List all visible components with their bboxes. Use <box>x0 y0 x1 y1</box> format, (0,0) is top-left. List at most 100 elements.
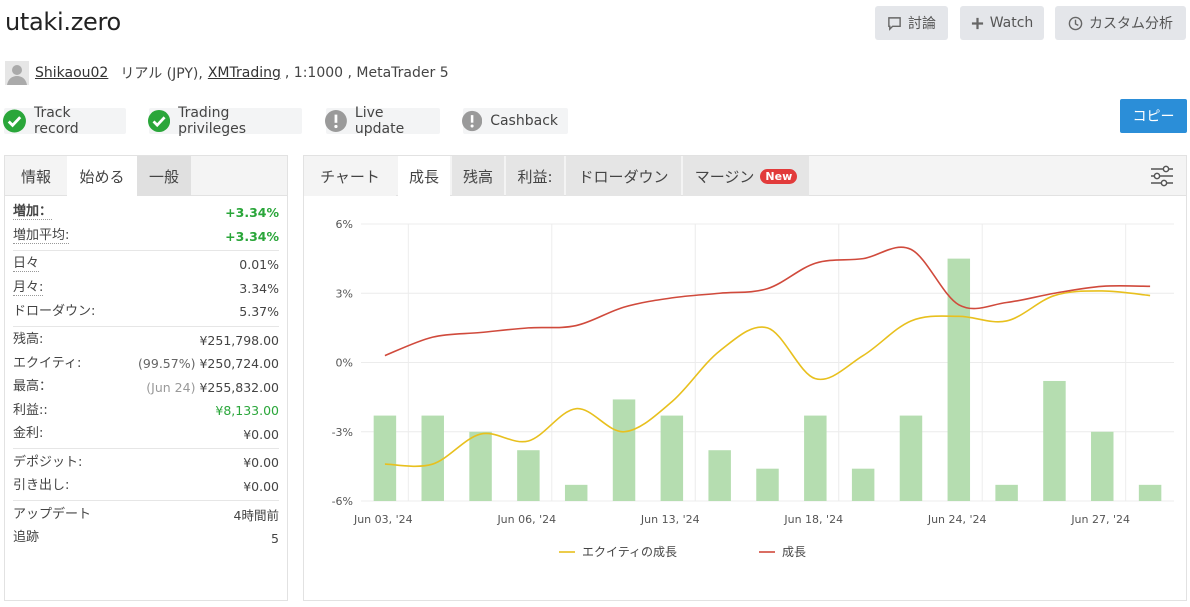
stat-monthly: 月々: 3.34% <box>13 277 279 301</box>
watch-label: Watch <box>989 15 1034 31</box>
stat-value: +3.34% <box>225 228 279 244</box>
stat-value: 5.37% <box>239 304 279 320</box>
stat-equity-pct: (99.57%) <box>138 356 196 372</box>
account-type: リアル (JPY), <box>120 66 203 82</box>
stat-profit: 利益:: ¥8,133.00 <box>13 399 279 423</box>
broker-link[interactable]: XMTrading <box>208 65 281 81</box>
chart-tabs: チャート 成長 残高 利益: ドローダウン マージン New <box>304 156 1186 196</box>
y-tick-label: 0% <box>336 357 353 370</box>
badge-label: Track record <box>33 105 79 137</box>
stat-withdrawals: 引き出し: ¥0.00 <box>13 475 279 499</box>
stat-label: エクイティ: <box>13 355 82 371</box>
tab-growth[interactable]: 成長 <box>398 156 450 196</box>
badge-label: Live update <box>354 105 405 137</box>
bar <box>1138 484 1162 501</box>
tab-info[interactable]: 情報 <box>5 156 67 196</box>
stat-gain: 増加： +3.34% <box>13 201 279 225</box>
bar <box>612 399 636 501</box>
divider <box>13 500 279 501</box>
stat-deposits: デポジット: ¥0.00 <box>13 451 279 475</box>
stat-label: 増加平均: <box>13 227 70 244</box>
stat-value: 0.01% <box>239 257 279 273</box>
plus-icon <box>971 17 983 29</box>
stat-label: デポジット: <box>13 454 83 470</box>
stat-value: ¥255,832.00 <box>199 379 279 395</box>
x-tick-label: Jun 06, '24 <box>496 513 556 526</box>
stat-value: ¥0.00 <box>243 455 279 471</box>
exclamation-circle-icon <box>325 110 347 132</box>
bar <box>756 468 779 501</box>
x-tick-label: Jun 13, '24 <box>640 513 700 526</box>
page-title: utaki.zero <box>5 8 121 36</box>
bar <box>660 415 684 501</box>
x-tick-label: Jun 18, '24 <box>783 513 843 526</box>
copy-button[interactable]: コピー <box>1120 99 1187 133</box>
y-tick-label: -6% <box>332 495 353 508</box>
stat-label: 残高: <box>13 332 44 348</box>
stats-list: 増加： +3.34% 増加平均: +3.34% 日々 0.01% 月々: 3.34% ド… <box>5 196 287 550</box>
growth-line <box>384 246 1151 357</box>
tab-general[interactable]: 一般 <box>137 156 191 196</box>
tab-start[interactable]: 始める <box>67 156 137 196</box>
y-tick-label: 3% <box>336 287 353 300</box>
y-tick-label: 6% <box>336 218 353 231</box>
bar <box>564 484 588 501</box>
stat-avg-gain: 増加平均: +3.34% <box>13 225 279 249</box>
stats-tabs: 情報 始める 一般 <box>5 156 287 196</box>
avatar-icon <box>5 61 29 85</box>
exclamation-circle-icon <box>462 110 483 132</box>
tab-profit[interactable]: 利益: <box>506 156 564 196</box>
badge-cashback: Cashback <box>462 108 568 134</box>
stat-daily: 日々 0.01% <box>13 253 279 277</box>
stat-updated: アップデート 4時間前 <box>13 503 279 527</box>
tab-chart[interactable]: チャート <box>304 156 396 196</box>
stat-label: 追跡 <box>13 530 40 546</box>
stat-label: 増加： <box>13 204 53 221</box>
bar <box>421 415 444 501</box>
y-tick-label: -3% <box>332 426 353 439</box>
bar <box>373 415 397 501</box>
owner-link[interactable]: Shikaou02 <box>35 65 108 81</box>
stat-value: +3.34% <box>225 205 279 221</box>
stats-panel: 情報 始める 一般 増加： +3.34% 増加平均: +3.34% 日々 0.01% … <box>4 155 288 601</box>
stat-label: 利益:: <box>13 402 48 418</box>
bar <box>851 468 875 501</box>
bar <box>469 431 492 501</box>
new-badge: New <box>760 168 798 184</box>
stat-value: ¥250,724.00 <box>199 356 279 372</box>
comment-icon <box>888 16 901 31</box>
clock-icon <box>1068 16 1083 30</box>
stat-label: アップデート <box>13 506 92 522</box>
check-circle-icon <box>3 109 26 133</box>
badge-track-record: Track record <box>3 105 126 137</box>
x-tick-label: Jun 27, '24 <box>1070 513 1130 526</box>
tab-drawdown[interactable]: ドローダウン <box>566 156 681 196</box>
bar <box>1043 380 1066 501</box>
legend-growth-label: 成長 <box>782 545 806 559</box>
divider <box>13 250 279 251</box>
bar <box>517 450 540 501</box>
sliders-icon[interactable] <box>1150 165 1174 187</box>
stat-label: 最高： <box>13 379 53 395</box>
stat-drawdown: ドローダウン: 5.37% <box>13 300 279 324</box>
legend-equity-growth-label: エクイティの成長 <box>582 545 677 559</box>
discuss-button[interactable]: 討論 <box>875 6 948 40</box>
bar <box>899 415 923 501</box>
stat-value: ¥0.00 <box>243 426 279 442</box>
watch-button[interactable]: Watch <box>960 6 1044 40</box>
badge-label: Trading privileges <box>178 105 247 137</box>
badge-trading-privileges: Trading privileges <box>148 105 302 137</box>
growth-chart: 6% 3% 0% -3% -6%Jun 03, '24 Jun 06, '24 Jun 13… <box>332 218 1174 559</box>
stat-value: 4時間前 <box>233 508 279 524</box>
divider <box>13 448 279 449</box>
account-info: Shikaou02 リアル (JPY), XMTrading , 1:1000 … <box>5 61 449 85</box>
stat-value: ¥251,798.00 <box>199 332 279 348</box>
custom-analysis-button[interactable]: カスタム分析 <box>1055 6 1186 40</box>
chart-panel: チャート 成長 残高 利益: ドローダウン マージン New 6% 3% 0% -3%… <box>303 155 1187 601</box>
tab-margin[interactable]: マージン New <box>683 156 809 196</box>
x-tick-label: Jun 24, '24 <box>927 513 987 526</box>
bar <box>804 415 827 501</box>
bar <box>995 484 1018 501</box>
tab-balance[interactable]: 残高 <box>452 156 504 196</box>
stat-value: ¥8,133.00 <box>215 403 279 419</box>
